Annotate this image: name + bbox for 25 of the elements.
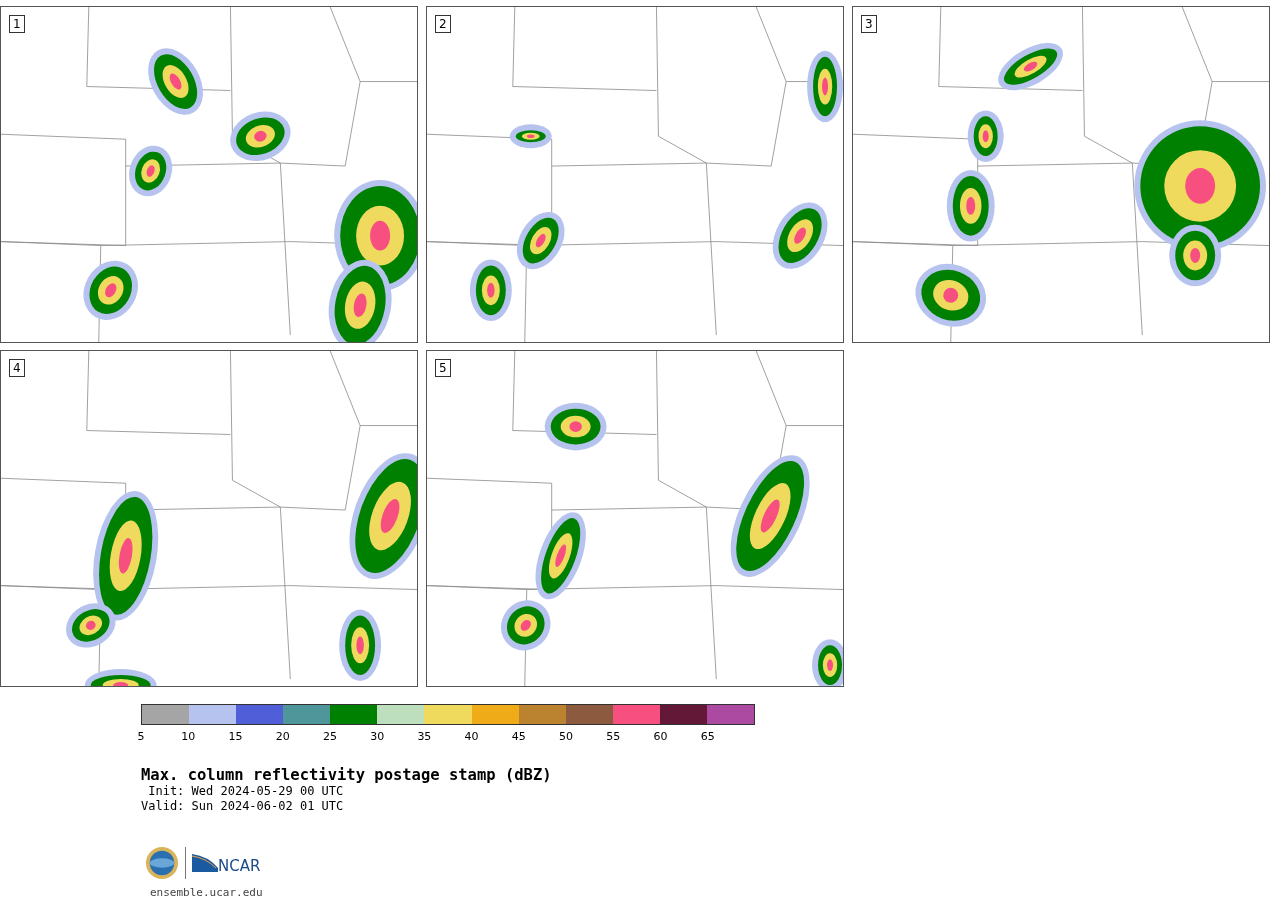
panel-number: 3 <box>861 15 877 33</box>
tick-label: 50 <box>559 730 574 743</box>
tick-label: 20 <box>275 730 290 743</box>
tick-label: 55 <box>606 730 621 743</box>
seal-icon <box>145 846 179 880</box>
panel-number: 2 <box>435 15 451 33</box>
tick-label: 45 <box>511 730 526 743</box>
swoosh-icon <box>192 854 218 872</box>
tick-label: 60 <box>653 730 668 743</box>
tick-label: 5 <box>137 730 145 743</box>
panel-number: 5 <box>435 359 451 377</box>
panel-number: 4 <box>9 359 25 377</box>
tick-label: 35 <box>417 730 432 743</box>
init-time: Init: Wed 2024-05-29 00 UTC <box>147 784 345 799</box>
logo-text: NCAR <box>218 857 261 875</box>
tick-label: 15 <box>228 730 243 743</box>
tick-label: 40 <box>464 730 479 743</box>
panel-number: 1 <box>9 15 25 33</box>
tick-label: 25 <box>322 730 337 743</box>
tick-label: 10 <box>181 730 196 743</box>
tick-label: 30 <box>370 730 385 743</box>
chart-title: Max. column reflectivity postage stamp (dBZ) <box>141 766 553 784</box>
tick-label: 65 <box>700 730 715 743</box>
site-url: ensemble.ucar.edu <box>150 886 263 899</box>
valid-time: Valid: Sun 2024-06-02 01 UTC <box>141 799 345 814</box>
